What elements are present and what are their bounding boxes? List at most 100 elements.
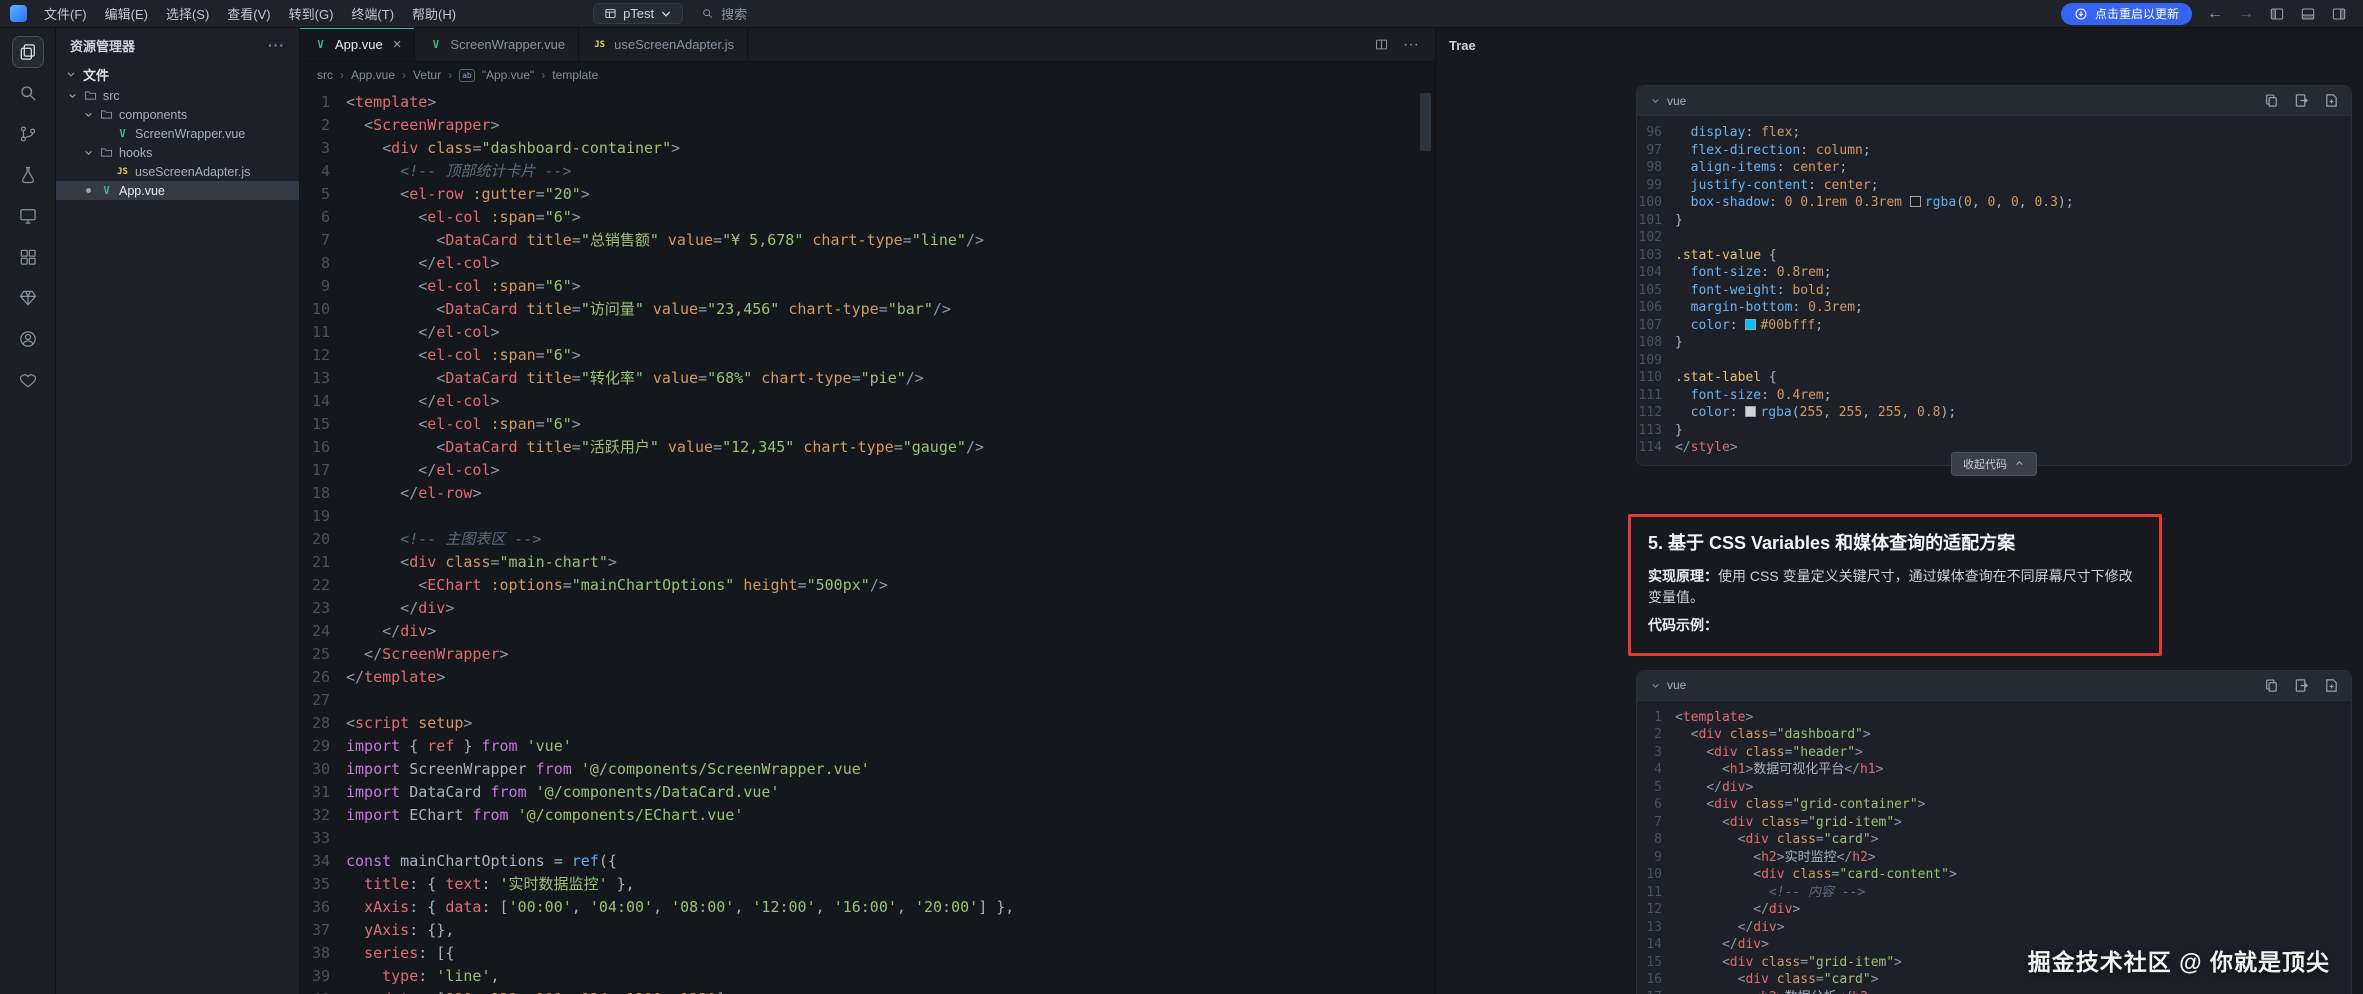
breadcrumb-separator-icon: ›: [402, 68, 406, 82]
menu-item[interactable]: 文件(F): [35, 4, 96, 23]
line-number: 99: [1637, 177, 1662, 195]
sidebar-header: 资源管理器 ···: [56, 28, 299, 62]
more-actions-icon[interactable]: ···: [268, 37, 285, 53]
close-icon[interactable]: ×: [393, 37, 402, 52]
editor-more-icon[interactable]: ···: [1403, 36, 1419, 54]
global-search-button[interactable]: 搜索: [701, 4, 747, 23]
copy-icon[interactable]: [2264, 93, 2279, 108]
collapse-code-button[interactable]: 收起代码: [1951, 452, 2037, 476]
menu-item[interactable]: 转到(G): [280, 4, 343, 23]
line-number: 6: [1637, 796, 1662, 814]
tree-item-components[interactable]: components: [56, 105, 299, 124]
tab-label: ScreenWrapper.vue: [450, 37, 565, 52]
file-tree: srccomponentsVScreenWrapper.vuehooksJSus…: [56, 86, 299, 200]
code-line: data: [820, 932, 901, 934, 1290, 1330]: [346, 988, 1435, 994]
copy-icon[interactable]: [2264, 678, 2279, 693]
project-name: pTest: [623, 6, 654, 21]
code-line: align-items: center;: [1675, 159, 2351, 177]
assistant-code-block: vue: [1636, 85, 2352, 466]
breadcrumb-item[interactable]: "App.vue": [482, 68, 535, 82]
restart-update-button[interactable]: 点击重启以更新: [2061, 3, 2192, 25]
code-line: justify-content: center;: [1675, 177, 2351, 195]
tree-item-App.vue[interactable]: VApp.vue: [56, 181, 299, 200]
update-label: 点击重启以更新: [2095, 5, 2179, 22]
search-icon[interactable]: [12, 77, 44, 109]
files-section-header[interactable]: 文件: [56, 62, 299, 86]
tree-item-hooks[interactable]: hooks: [56, 143, 299, 162]
line-number: 97: [1637, 142, 1662, 160]
line-number: 4: [300, 160, 330, 183]
new-file-icon[interactable]: [2324, 678, 2339, 693]
vue-icon: V: [428, 39, 443, 51]
code-lang-toggle[interactable]: vue: [1649, 678, 1686, 692]
editor-scrollbar[interactable]: [1420, 93, 1431, 954]
code-line: <el-col :span="6">: [346, 413, 1435, 436]
code-editor[interactable]: 1234567891011121314151617181920212223242…: [300, 88, 1435, 994]
menu-item[interactable]: 终端(T): [342, 4, 403, 23]
breadcrumb-item[interactable]: App.vue: [351, 68, 395, 82]
insert-code-icon[interactable]: [2294, 93, 2309, 108]
code-line: </el-col>: [346, 252, 1435, 275]
line-number: 111: [1637, 387, 1662, 405]
toggle-secondary-sidebar-icon[interactable]: [2331, 6, 2347, 22]
toggle-sidebar-icon[interactable]: [2269, 6, 2285, 22]
menu-item[interactable]: 选择(S): [157, 4, 218, 23]
code-line: </el-col>: [346, 321, 1435, 344]
gem-icon[interactable]: [12, 282, 44, 314]
toggle-panel-icon[interactable]: [2300, 6, 2316, 22]
account-icon[interactable]: [12, 323, 44, 355]
code-line: const mainChartOptions = ref({: [346, 850, 1435, 873]
menu-item[interactable]: 查看(V): [218, 4, 279, 23]
menu-items: 文件(F)编辑(E)选择(S)查看(V)转到(G)终端(T)帮助(H): [35, 4, 465, 23]
insert-code-icon[interactable]: [2294, 678, 2309, 693]
remote-icon[interactable]: [12, 200, 44, 232]
menu-item[interactable]: 编辑(E): [96, 4, 157, 23]
tab-ScreenWrapper.vue[interactable]: V ScreenWrapper.vue: [415, 28, 579, 61]
code-line: <ScreenWrapper>: [346, 114, 1435, 137]
line-number: 29: [300, 735, 330, 758]
back-icon[interactable]: ←: [2207, 6, 2223, 22]
line-number: 104: [1637, 264, 1662, 282]
code-line: <EChart :options="mainChartOptions" heig…: [346, 574, 1435, 597]
scrollbar-thumb[interactable]: [1420, 93, 1431, 151]
tree-item-useScreenAdapter.js[interactable]: JSuseScreenAdapter.js: [56, 162, 299, 181]
ide-window: 文件(F)编辑(E)选择(S)查看(V)转到(G)终端(T)帮助(H) pTes…: [0, 0, 2363, 994]
code-block-actions: [2264, 678, 2339, 693]
chevron-down-icon: [82, 148, 94, 157]
code-line: <DataCard title="总销售额" value="¥ 5,678" c…: [346, 229, 1435, 252]
code-line: <template>: [1675, 709, 2351, 727]
breadcrumb-separator-icon: ›: [541, 68, 545, 82]
tab-App.vue[interactable]: VApp.vue×: [300, 28, 415, 61]
forward-icon[interactable]: →: [2238, 6, 2254, 22]
source-control-icon[interactable]: [12, 118, 44, 150]
breadcrumb-item[interactable]: src: [317, 68, 333, 82]
code-line: [1675, 229, 2351, 247]
chevron-down-icon: [660, 7, 672, 20]
line-number: 10: [1637, 866, 1662, 884]
new-file-icon[interactable]: [2324, 93, 2339, 108]
menu-item[interactable]: 帮助(H): [403, 4, 465, 23]
project-selector[interactable]: pTest: [593, 3, 683, 24]
line-number: 33: [300, 827, 330, 850]
line-number: 6: [300, 206, 330, 229]
line-number: 32: [300, 804, 330, 827]
code-lang-toggle[interactable]: vue: [1649, 94, 1686, 108]
split-editor-icon[interactable]: [1374, 37, 1389, 52]
tab-useScreenAdapter.js[interactable]: JSuseScreenAdapter.js: [579, 28, 748, 61]
code-line: <!-- 主图表区 -->: [346, 528, 1435, 551]
test-icon[interactable]: [12, 159, 44, 191]
heart-icon[interactable]: [12, 364, 44, 396]
explorer-icon[interactable]: [12, 36, 44, 68]
breadcrumb-item[interactable]: Vetur: [413, 68, 441, 82]
ai-chat-content: vue: [1636, 28, 2352, 994]
tree-item-src[interactable]: src: [56, 86, 299, 105]
code-line: </div>: [1675, 779, 2351, 797]
line-number: 35: [300, 873, 330, 896]
app-logo-icon[interactable]: [10, 5, 27, 22]
code-line: [346, 827, 1435, 850]
breadcrumb-item[interactable]: template: [552, 68, 598, 82]
file-label: ScreenWrapper.vue: [135, 127, 245, 141]
extensions-icon[interactable]: [12, 241, 44, 273]
tree-item-ScreenWrapper.vue[interactable]: VScreenWrapper.vue: [56, 124, 299, 143]
line-number: 105: [1637, 282, 1662, 300]
